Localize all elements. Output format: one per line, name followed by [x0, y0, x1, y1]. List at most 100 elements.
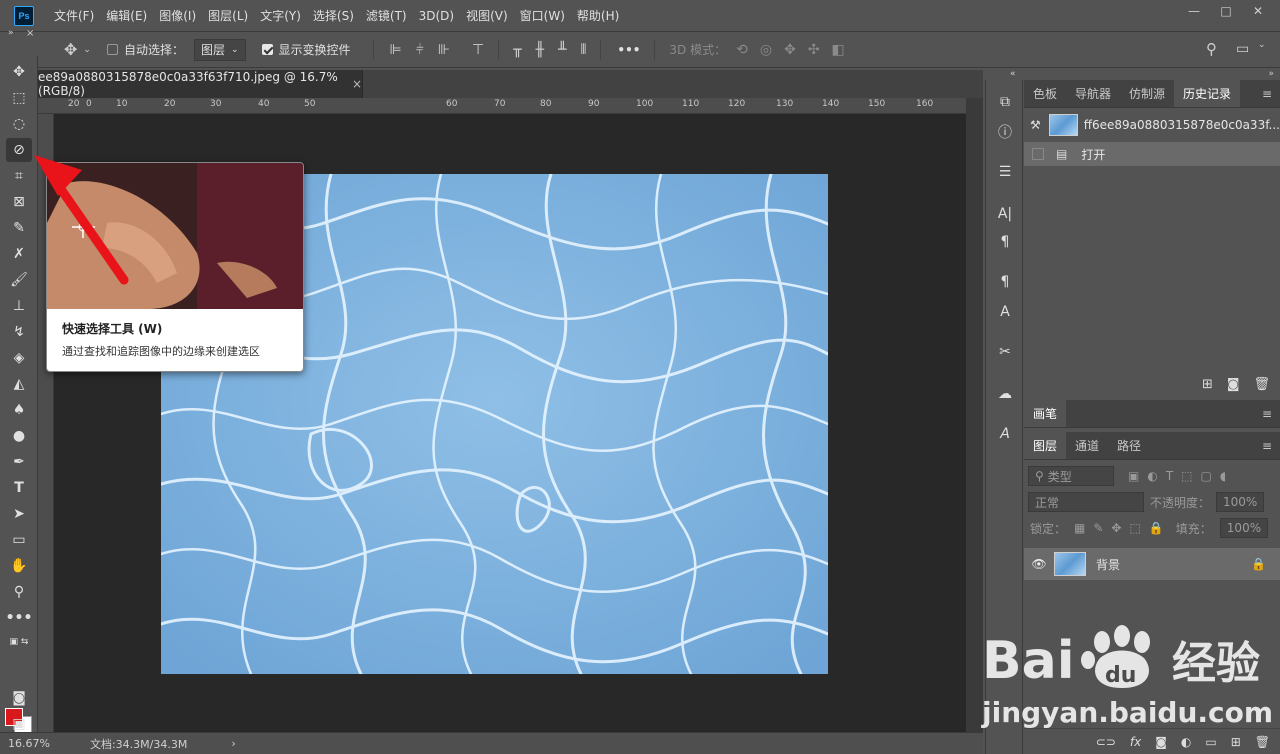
history-item[interactable]: ▤ 打开 — [1024, 142, 1280, 166]
tab-layers[interactable]: 图层 — [1024, 432, 1067, 459]
align-top-edge-icon[interactable]: ╥ — [513, 42, 521, 58]
align-middle-icon[interactable]: ╫ — [536, 42, 544, 58]
eye-icon[interactable]: 👁 — [1024, 557, 1054, 571]
menu-help[interactable]: 帮助(H) — [571, 0, 625, 32]
paragraph-panel-icon[interactable]: ¶ — [992, 230, 1018, 254]
menu-view[interactable]: 视图(V) — [460, 0, 514, 32]
expand-panels-icon[interactable]: « — [1010, 69, 1016, 79]
workspace-icon[interactable]: ▭ — [1236, 41, 1249, 57]
align-left-icon[interactable]: ⊫ — [390, 42, 402, 58]
3d-rotate-icon[interactable]: ⟲ — [736, 42, 748, 58]
chevron-down-icon[interactable]: ⌄ — [1258, 40, 1266, 50]
adjustment-icon[interactable]: ◐ — [1181, 735, 1191, 749]
status-menu-arrow[interactable]: › — [231, 737, 235, 750]
pen-tool-icon[interactable]: ✒ — [6, 450, 32, 474]
shape-filter-icon[interactable]: ⬚ — [1181, 469, 1192, 483]
close-button[interactable]: ✕ — [1242, 0, 1274, 22]
history-brush-tool-icon[interactable]: ↯ — [6, 320, 32, 344]
search-icon[interactable]: ⚲ — [1206, 40, 1217, 58]
history-snapshot[interactable]: ⚒ ff6ee89a0880315878e0c0a33f... — [1024, 108, 1280, 142]
align-bottom-icon[interactable]: ╨ — [558, 42, 566, 58]
minimize-button[interactable]: — — [1178, 0, 1210, 22]
type-tool-icon[interactable]: T — [6, 476, 32, 500]
pixel-filter-icon[interactable]: ▣ — [1128, 469, 1139, 483]
align-right-icon[interactable]: ⊪ — [438, 42, 450, 58]
mask-icon[interactable]: ◙ — [1155, 735, 1167, 749]
align-center-h-icon[interactable]: ⫩ — [416, 42, 424, 58]
paint-bucket-tool-icon[interactable]: ◭ — [6, 372, 32, 396]
lock-pixels-icon[interactable]: ✎ — [1093, 521, 1103, 535]
layer-row[interactable]: 👁 背景 🔒 — [1024, 548, 1280, 580]
adjustment-filter-icon[interactable]: ◐ — [1147, 469, 1157, 483]
lock-all-icon[interactable]: 🔒 — [1149, 521, 1164, 535]
filter-toggle-icon[interactable]: ◖ — [1220, 469, 1226, 483]
panel-menu-icon[interactable]: ≡ — [1262, 80, 1280, 107]
smart-object-filter-icon[interactable]: ▢ — [1201, 469, 1212, 483]
lock-artboard-icon[interactable]: ⬚ — [1129, 521, 1140, 535]
path-selection-tool-icon[interactable]: ➤ — [6, 502, 32, 526]
tab-swatches[interactable]: 色板 — [1024, 80, 1066, 107]
tool-presets-icon[interactable]: ✂ — [992, 340, 1018, 364]
fill-input[interactable]: 100% — [1219, 518, 1268, 538]
history-brush-source-icon[interactable]: ⚒ — [1030, 118, 1049, 132]
menu-select[interactable]: 选择(S) — [307, 0, 360, 32]
trash-icon[interactable]: 🗑 — [1255, 735, 1270, 749]
show-transform-checkbox[interactable] — [261, 44, 273, 55]
info-panel-icon[interactable]: ⓘ — [992, 120, 1018, 144]
menu-image[interactable]: 图像(I) — [153, 0, 202, 32]
paragraph-styles-icon[interactable]: ¶ — [992, 270, 1018, 294]
align-top-icon[interactable]: ⊤ — [472, 42, 484, 58]
3d-panel-icon[interactable]: ⧉ — [992, 90, 1018, 114]
glyphs-icon[interactable]: A — [992, 422, 1018, 446]
rectangle-tool-icon[interactable]: ▭ — [6, 528, 32, 552]
eraser-tool-icon[interactable]: ◈ — [6, 346, 32, 370]
tab-paths[interactable]: 路径 — [1108, 432, 1150, 459]
opacity-input[interactable]: 100% — [1216, 492, 1265, 512]
tab-channels[interactable]: 通道 — [1066, 432, 1108, 459]
lock-position-icon[interactable]: ✥ — [1111, 521, 1121, 535]
folder-icon[interactable]: ▭ — [1205, 735, 1216, 749]
libraries-icon[interactable]: ☁ — [992, 382, 1018, 406]
default-colors-icon[interactable]: ▣ ⇆ — [6, 630, 32, 654]
menu-filter[interactable]: 滤镜(T) — [360, 0, 413, 32]
type-filter-icon[interactable]: T — [1166, 469, 1173, 483]
blend-mode-dropdown[interactable]: 正常 — [1028, 492, 1144, 512]
character-styles-icon[interactable]: A — [992, 300, 1018, 324]
vertical-scrollbar[interactable] — [966, 98, 983, 732]
zoom-tool-icon[interactable]: ⚲ — [6, 580, 32, 604]
fx-icon[interactable]: fx — [1130, 735, 1141, 749]
dodge-tool-icon[interactable]: ● — [6, 424, 32, 448]
menu-layer[interactable]: 图层(L) — [202, 0, 254, 32]
3d-roll-icon[interactable]: ◎ — [760, 42, 772, 58]
zoom-level[interactable]: 16.67% — [8, 737, 50, 750]
menu-type[interactable]: 文字(Y) — [254, 0, 307, 32]
new-document-from-state-icon[interactable]: ⊞ — [1202, 377, 1213, 392]
panel-menu-icon[interactable]: ≡ — [1262, 432, 1280, 459]
3d-drag-icon[interactable]: ✥ — [784, 42, 796, 58]
history-source-box[interactable] — [1032, 148, 1044, 160]
distribute-icon[interactable]: ⫴ — [581, 42, 587, 58]
blur-tool-icon[interactable]: ♠ — [6, 398, 32, 422]
edit-toolbar-icon[interactable]: ••• — [6, 606, 33, 630]
camera-icon[interactable]: ◙ — [1227, 377, 1240, 392]
more-options-button[interactable]: ••• — [617, 43, 640, 57]
hand-tool-icon[interactable]: ✋ — [6, 554, 32, 578]
maximize-button[interactable]: □ — [1210, 0, 1242, 22]
3d-slide-icon[interactable]: ✣ — [808, 42, 820, 58]
tab-history[interactable]: 历史记录 — [1174, 80, 1241, 107]
menu-3d[interactable]: 3D(D) — [413, 0, 460, 32]
tab-clone-source[interactable]: 仿制源 — [1120, 80, 1174, 107]
tab-brushes[interactable]: 画笔 — [1024, 400, 1067, 427]
close-document-button[interactable]: × — [352, 77, 362, 91]
auto-select-target-dropdown[interactable]: 图层 ⌄ — [193, 38, 246, 61]
link-icon[interactable]: ⊂⊃ — [1096, 735, 1116, 749]
panel-menu-icon[interactable]: ≡ — [1262, 400, 1280, 427]
menu-window[interactable]: 窗口(W) — [514, 0, 571, 32]
character-panel-icon[interactable]: A| — [992, 202, 1018, 226]
collapse-panels-icon[interactable]: » — [1268, 69, 1274, 79]
lock-transparent-icon[interactable]: ▦ — [1074, 521, 1085, 535]
new-layer-icon[interactable]: ⊞ — [1231, 735, 1241, 749]
layer-filter-dropdown[interactable]: ⚲ 类型 — [1028, 466, 1114, 486]
trash-icon[interactable]: 🗑 — [1253, 377, 1270, 392]
3d-camera-icon[interactable]: ◧ — [832, 42, 845, 58]
